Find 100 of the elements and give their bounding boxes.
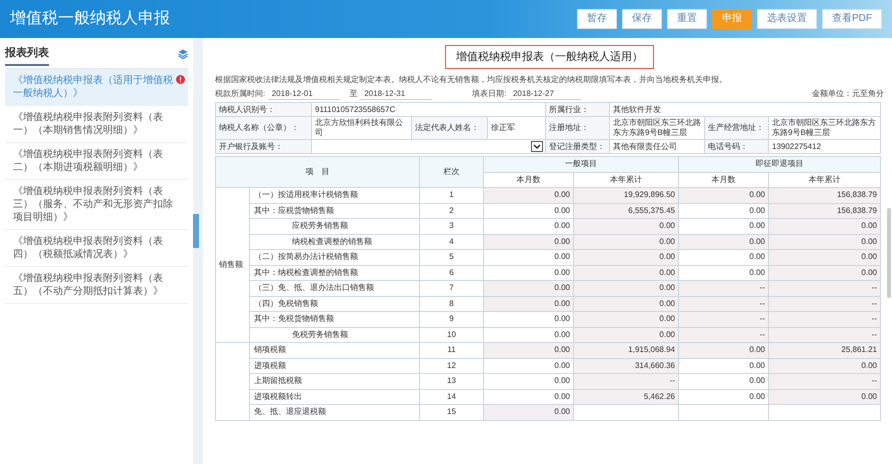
period-to-label: 至 <box>350 88 358 99</box>
sidebar-item[interactable]: 《增值税纳税申报表附列资料（表四）（税额抵减情况表）》 <box>5 230 188 267</box>
sidebar-item[interactable]: 《增值税纳税申报表附列资料（表五）（不动产分期抵扣计算表）》 <box>5 267 188 304</box>
table-cell: 0.00 <box>484 280 574 296</box>
table-cell: 0.00 <box>484 342 574 358</box>
amount-field[interactable]: 0.00 <box>678 250 768 265</box>
period-to-field[interactable]: 2018-12-31 <box>360 88 432 100</box>
line-number-cell: 8 <box>420 296 484 312</box>
field-label: 开户银行及账号： <box>216 140 312 154</box>
item-cell: 应税劳务销售额 <box>250 218 420 234</box>
field-label: 所属行业： <box>546 102 610 116</box>
table-cell: 0.00 <box>768 265 880 280</box>
amount-field[interactable]: 0.00 <box>678 203 768 218</box>
amount-field[interactable]: 0.00 <box>678 374 768 389</box>
dropdown-icon[interactable] <box>531 141 543 152</box>
table-cell: 0.00 <box>768 358 880 374</box>
table-cell: -- <box>678 327 768 342</box>
amount-field[interactable]: 0.00 <box>484 203 574 218</box>
item-cell: 其中：应税货物销售额 <box>250 203 420 218</box>
field-value: 13902275412 <box>768 140 881 154</box>
table-cell: -- <box>768 374 880 389</box>
line-number-cell: 3 <box>420 218 484 234</box>
table-cell: 0.00 <box>574 327 678 342</box>
toolbar-button[interactable]: 查看PDF <box>822 9 882 29</box>
amount-field[interactable]: 0.00 <box>678 389 768 404</box>
line-number-cell: 1 <box>420 188 484 203</box>
column-header: 一般项目 <box>484 156 678 172</box>
column-header: 本年累计 <box>574 172 678 188</box>
item-cell: （二）按简易办法计税销售额 <box>250 250 420 265</box>
field-label: 电话号码： <box>704 140 768 154</box>
line-number-cell: 2 <box>420 203 484 218</box>
row-group-label: 销售额 <box>216 188 250 342</box>
amount-field[interactable]: 0.00 <box>484 250 574 265</box>
fill-date-field[interactable]: 2018-12-27 <box>508 88 581 100</box>
line-number-cell: 4 <box>420 234 484 250</box>
table-cell: 0.00 <box>484 188 574 203</box>
table-cell: -- <box>768 312 880 327</box>
table-cell: -- <box>768 296 880 312</box>
scrollbar-thumb[interactable] <box>887 208 891 298</box>
table-cell: 0.00 <box>574 234 678 250</box>
sidebar-item[interactable]: 《增值税纳税申报表附列资料（表一）（本期销售情况明细）》 <box>5 106 188 143</box>
toolbar-button[interactable]: 暂存 <box>577 9 617 29</box>
collapse-handle[interactable] <box>193 214 199 248</box>
item-cell: 进项税额 <box>250 358 420 374</box>
table-cell: 156,838.79 <box>768 188 880 203</box>
field-value: 其他有限责任公司 <box>610 140 704 154</box>
amount-field[interactable]: 0.00 <box>678 358 768 374</box>
table-cell: 0.00 <box>574 296 678 312</box>
table-cell: 0.00 <box>678 188 768 203</box>
line-number-cell: 5 <box>420 250 484 265</box>
column-header: 项 目 <box>216 156 420 188</box>
table-cell: 0.00 <box>678 342 768 358</box>
column-header: 本年累计 <box>768 172 880 188</box>
column-header: 栏次 <box>420 156 484 188</box>
table-cell: 0.00 <box>768 250 880 265</box>
amount-field[interactable]: 0.00 <box>484 218 574 234</box>
line-number-cell: 15 <box>420 404 484 420</box>
notice-text: 根据国家税收法律法规及增值税相关规定制定本表。纳税人不论有无销售额，均应按税务机关核定的纳税期限填写本表，并向当地税务机关申报。 <box>215 74 728 85</box>
line-number-cell: 10 <box>420 327 484 342</box>
item-cell: 其中：免税货物销售额 <box>250 312 420 327</box>
item-cell: （三）免、抵、退办法出口销售额 <box>250 280 420 296</box>
table-cell: 0.00 <box>484 404 574 420</box>
column-header: 即征即退项目 <box>678 156 880 172</box>
line-number-cell: 12 <box>420 358 484 374</box>
column-header: 本月数 <box>484 172 574 188</box>
table-cell: -- <box>768 280 880 296</box>
table-cell: 5,462.26 <box>574 389 678 404</box>
table-cell: 0.00 <box>574 250 678 265</box>
unit-text: 金额单位：元至角分 <box>812 88 884 99</box>
field-label: 纳税人名称（公章）： <box>216 116 312 140</box>
table-cell: 0.00 <box>574 218 678 234</box>
field-label: 注册地址： <box>546 116 610 140</box>
item-cell: 纳税检查调整的销售额 <box>250 234 420 250</box>
toolbar-button[interactable]: 重置 <box>667 9 707 29</box>
table-cell: 0.00 <box>574 280 678 296</box>
field-value: 北京市朝阳区东三环北路东方东路9号B幢三层 <box>610 116 704 140</box>
table-cell: 0.00 <box>484 234 574 250</box>
amount-field[interactable]: 0.00 <box>484 374 574 389</box>
line-number-cell: 14 <box>420 389 484 404</box>
table-cell: 314,660.36 <box>574 358 678 374</box>
amount-field[interactable]: 0.00 <box>484 358 574 374</box>
item-cell: 上期留抵税额 <box>250 374 420 389</box>
field-label: 纳税人识别号： <box>216 102 312 116</box>
sidebar-item[interactable]: 《增值税纳税申报表附列资料（表二）（本期进项税额明细）》 <box>5 143 188 180</box>
table-cell: 25,861.21 <box>768 342 880 358</box>
item-cell: （四）免税销售额 <box>250 296 420 312</box>
toolbar-button[interactable]: 保存 <box>622 9 662 29</box>
table-cell: -- <box>768 327 880 342</box>
sidebar-item[interactable]: 《增值税纳税申报表附列资料（表三）（服务、不动产和无形资产扣除项目明细）》 <box>5 180 188 230</box>
field-label: 登记注册类型： <box>546 140 610 154</box>
line-number-cell: 7 <box>420 280 484 296</box>
period-from-field[interactable]: 2018-12-01 <box>268 88 340 100</box>
item-cell: 免税劳务销售额 <box>250 327 420 342</box>
window-title: 增值税一般纳税人申报 <box>10 9 170 29</box>
table-cell: 0.00 <box>574 312 678 327</box>
layers-icon[interactable] <box>178 49 188 60</box>
amount-field[interactable]: 0.00 <box>484 312 574 327</box>
table-cell: 6,555,375.45 <box>574 203 678 218</box>
amount-field[interactable]: 0.00 <box>678 218 768 234</box>
toolbar-button[interactable]: 选表设置 <box>757 9 817 29</box>
